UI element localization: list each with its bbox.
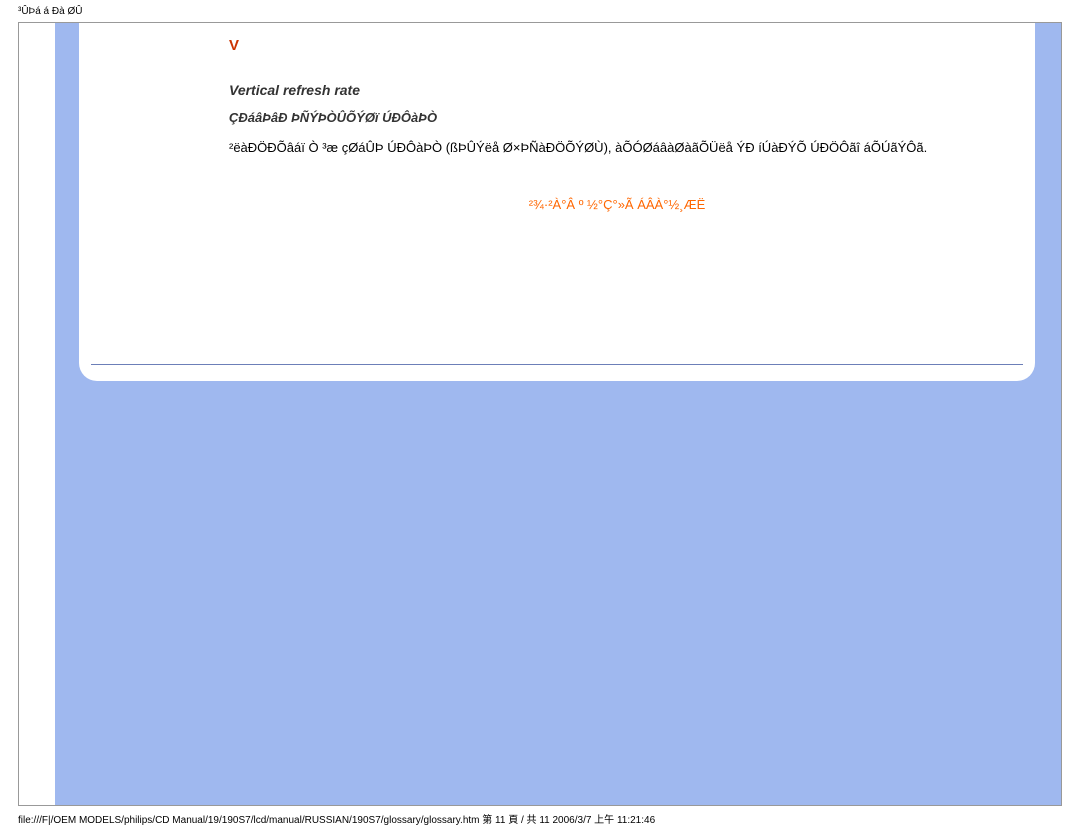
footer-file-path: file:///F|/OEM MODELS/philips/CD Manual/…: [18, 811, 655, 826]
divider-line: [91, 364, 1023, 365]
page-background: V Vertical refresh rate ÇÐáâÞâÐ ÞÑÝÞÒÛÕÝ…: [55, 23, 1061, 805]
document-title-header: ³ÛÞá á Ðà ØÛ: [18, 6, 82, 17]
page-frame: V Vertical refresh rate ÇÐáâÞâÐ ÞÑÝÞÒÛÕÝ…: [18, 22, 1062, 806]
glossary-section-letter: V: [229, 37, 1005, 54]
glossary-term-title: Vertical refresh rate: [229, 82, 1005, 98]
content-card: V Vertical refresh rate ÇÐáâÞâÐ ÞÑÝÞÒÛÕÝ…: [79, 23, 1035, 381]
glossary-term-definition: ²ëàÐÖÐÕâáï Ò ³æ çØáÛÞ ÚÐÔàÞÒ (ßÞÛÝëå Ø×Þ…: [229, 139, 1005, 157]
glossary-term-subtitle: ÇÐáâÞâÐ ÞÑÝÞÒÛÕÝØï ÚÐÔàÞÒ: [229, 110, 1005, 125]
return-to-top-link[interactable]: ²¾·²À°Â º ½°Ç°»Ã ÁÂÀ°½¸ÆË: [229, 197, 1005, 212]
